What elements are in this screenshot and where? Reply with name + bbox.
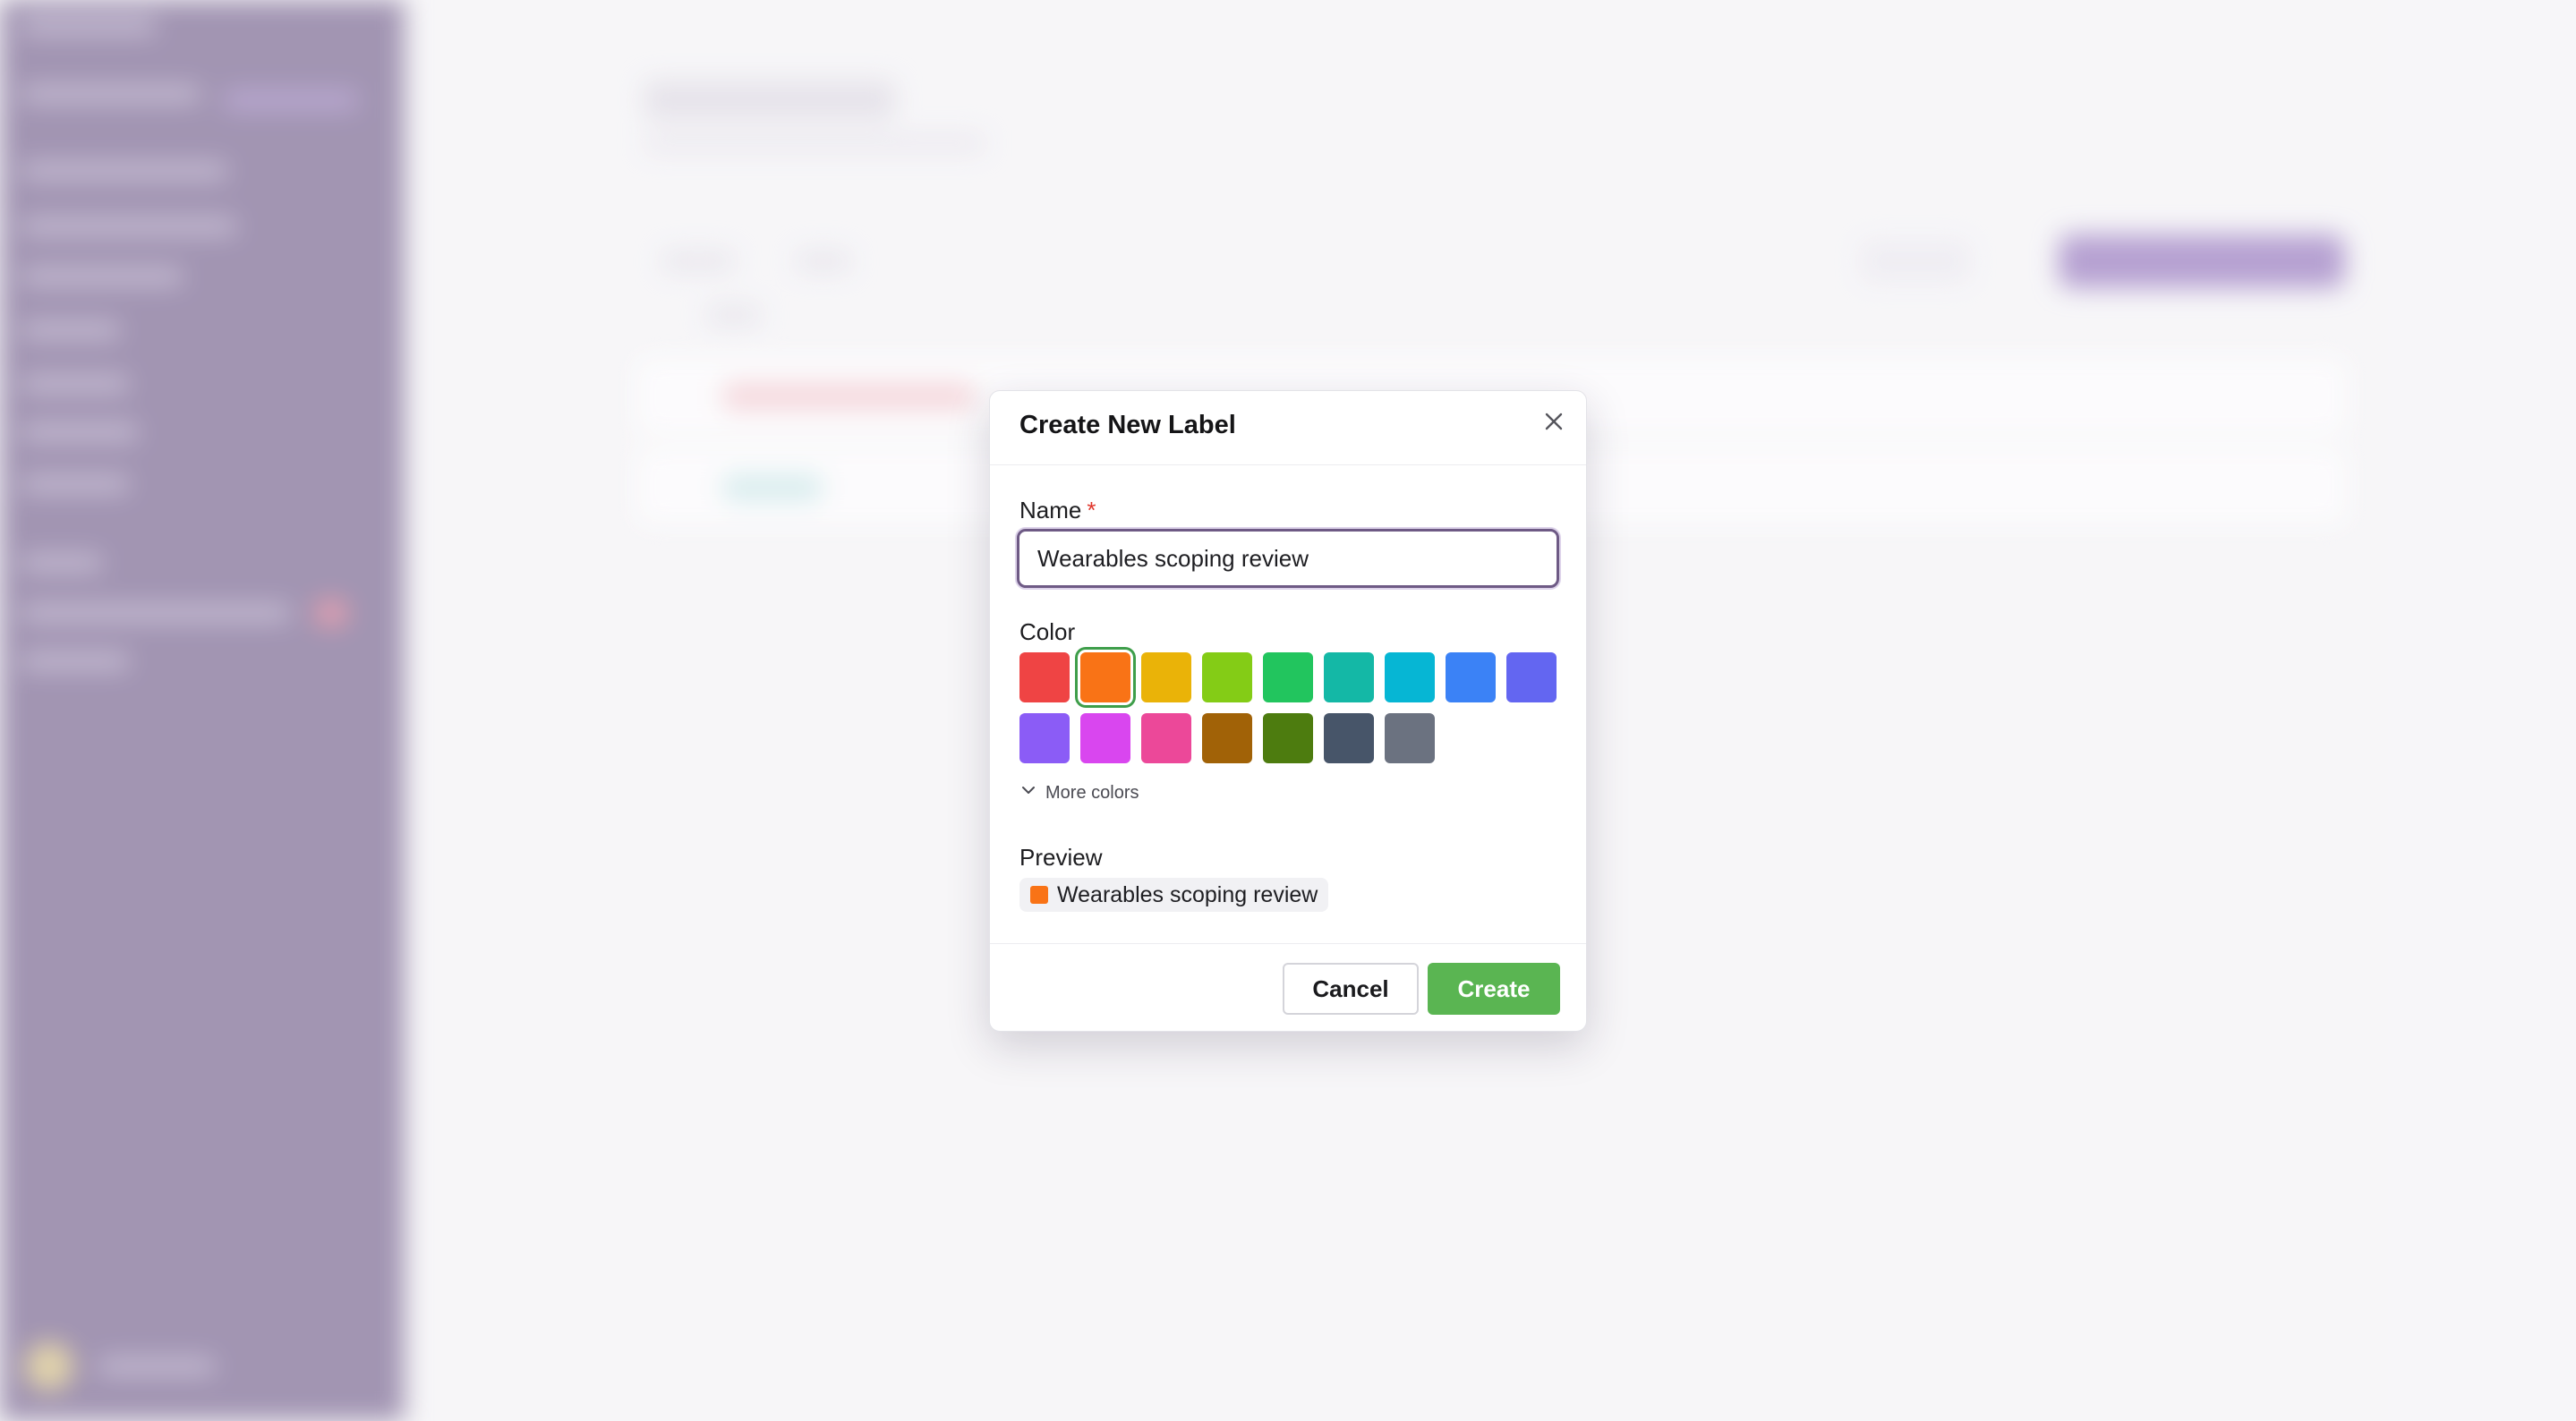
color-swatch[interactable] [1324,713,1374,763]
preview-label: Preview [1019,844,1103,871]
color-swatch[interactable] [1080,652,1130,702]
color-swatch[interactable] [1019,713,1070,763]
dialog-title: Create New Label [1019,411,1236,439]
color-swatch[interactable] [1385,652,1435,702]
color-swatch[interactable] [1446,652,1496,702]
more-colors-toggle[interactable]: More colors [1020,779,1139,806]
close-button[interactable] [1534,404,1574,443]
color-swatch[interactable] [1506,652,1557,702]
chevron-down-icon [1020,782,1036,804]
name-label-text: Name [1019,497,1082,523]
color-swatch[interactable] [1141,713,1191,763]
color-swatch[interactable] [1324,652,1374,702]
color-swatch[interactable] [1080,713,1130,763]
color-swatch[interactable] [1385,713,1435,763]
required-marker: * [1087,497,1096,523]
label-preview-chip: Wearables scoping review [1019,878,1329,912]
color-field-label: Color [1019,618,1076,645]
more-colors-label: More colors [1045,782,1139,803]
color-swatch[interactable] [1202,652,1252,702]
preview-color-dot [1030,886,1048,904]
cancel-button[interactable]: Cancel [1283,963,1419,1015]
label-name-input[interactable] [1017,529,1559,588]
color-swatch[interactable] [1263,652,1313,702]
color-swatch[interactable] [1019,652,1070,702]
dialog-header: Create New Label [990,391,1586,465]
dialog-footer: Cancel Create [990,943,1586,1034]
name-field-label: Name * [1019,497,1096,524]
create-label-dialog: Create New Label Name* Color More colors… [989,390,1587,1032]
color-swatch[interactable] [1141,652,1191,702]
preview-text: Wearables scoping review [1057,881,1318,907]
create-button[interactable]: Create [1428,963,1560,1015]
color-swatch[interactable] [1263,713,1313,763]
close-icon [1544,412,1564,436]
color-swatch[interactable] [1202,713,1252,763]
